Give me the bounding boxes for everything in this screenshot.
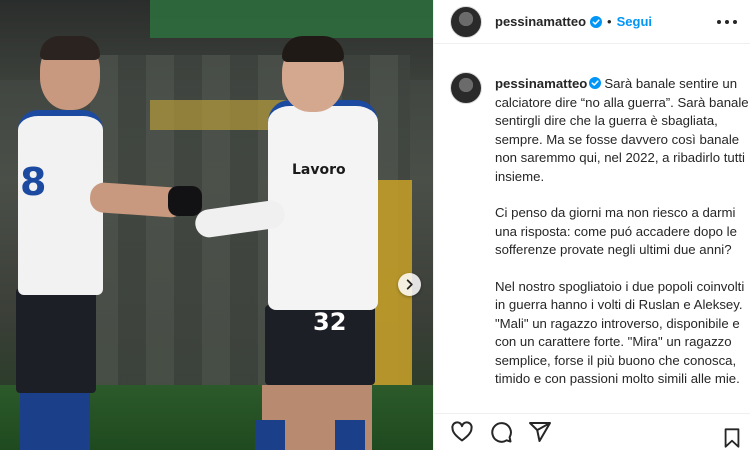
left-player-number: 8: [20, 160, 47, 204]
comment-icon[interactable]: [489, 420, 513, 444]
more-options-icon[interactable]: [717, 13, 737, 31]
share-icon[interactable]: [528, 420, 552, 444]
post-photo[interactable]: 8 Lavoro 32: [0, 0, 433, 450]
verified-badge-icon: [590, 15, 603, 28]
bookmark-icon[interactable]: [721, 427, 743, 449]
left-player-shorts: [16, 288, 96, 393]
post-username[interactable]: pessinamatteo: [495, 14, 586, 29]
post-side-panel: pessinamatteo • Segui pessinamatteo Sarà …: [433, 0, 750, 450]
next-photo-button[interactable]: [398, 273, 421, 296]
stadium-banner: [150, 0, 433, 38]
avatar[interactable]: [450, 5, 482, 38]
goalkeeper-glove: [168, 186, 202, 216]
right-player-socks: [255, 420, 385, 450]
caption-paragraph-3: Nel nostro spogliatoio i due popoli coin…: [495, 278, 745, 387]
right-player-hair: [282, 36, 344, 62]
heart-icon[interactable]: [450, 420, 474, 444]
caption-paragraph-1: pessinamatteo Sarà banale sentire un calc…: [495, 75, 750, 186]
caption-avatar[interactable]: [450, 72, 482, 104]
caption-text: pessinamatteo Sarà banale sentire un calc…: [495, 75, 750, 407]
shirt-sponsor: Lavoro: [292, 162, 346, 178]
left-player-socks: [20, 393, 90, 450]
right-player-number: 32: [313, 308, 347, 336]
follow-button[interactable]: Segui: [617, 14, 652, 29]
post-header: pessinamatteo • Segui: [434, 0, 750, 44]
caption-paragraph-2: Ci penso da giorni ma non riesco a darmi…: [495, 205, 737, 257]
verified-badge-icon: [589, 77, 602, 89]
chevron-right-icon: [406, 279, 413, 290]
header-separator: •: [607, 14, 612, 29]
right-player-shirt: [268, 100, 378, 310]
post-caption: pessinamatteo Sarà banale sentire un calc…: [450, 72, 750, 412]
post-actions-bar: [434, 413, 750, 450]
left-player-hair: [40, 36, 100, 60]
caption-username[interactable]: pessinamatteo: [495, 76, 587, 91]
caption-paragraph-text: Sarà banale sentire un calciatore dire “…: [495, 76, 749, 184]
